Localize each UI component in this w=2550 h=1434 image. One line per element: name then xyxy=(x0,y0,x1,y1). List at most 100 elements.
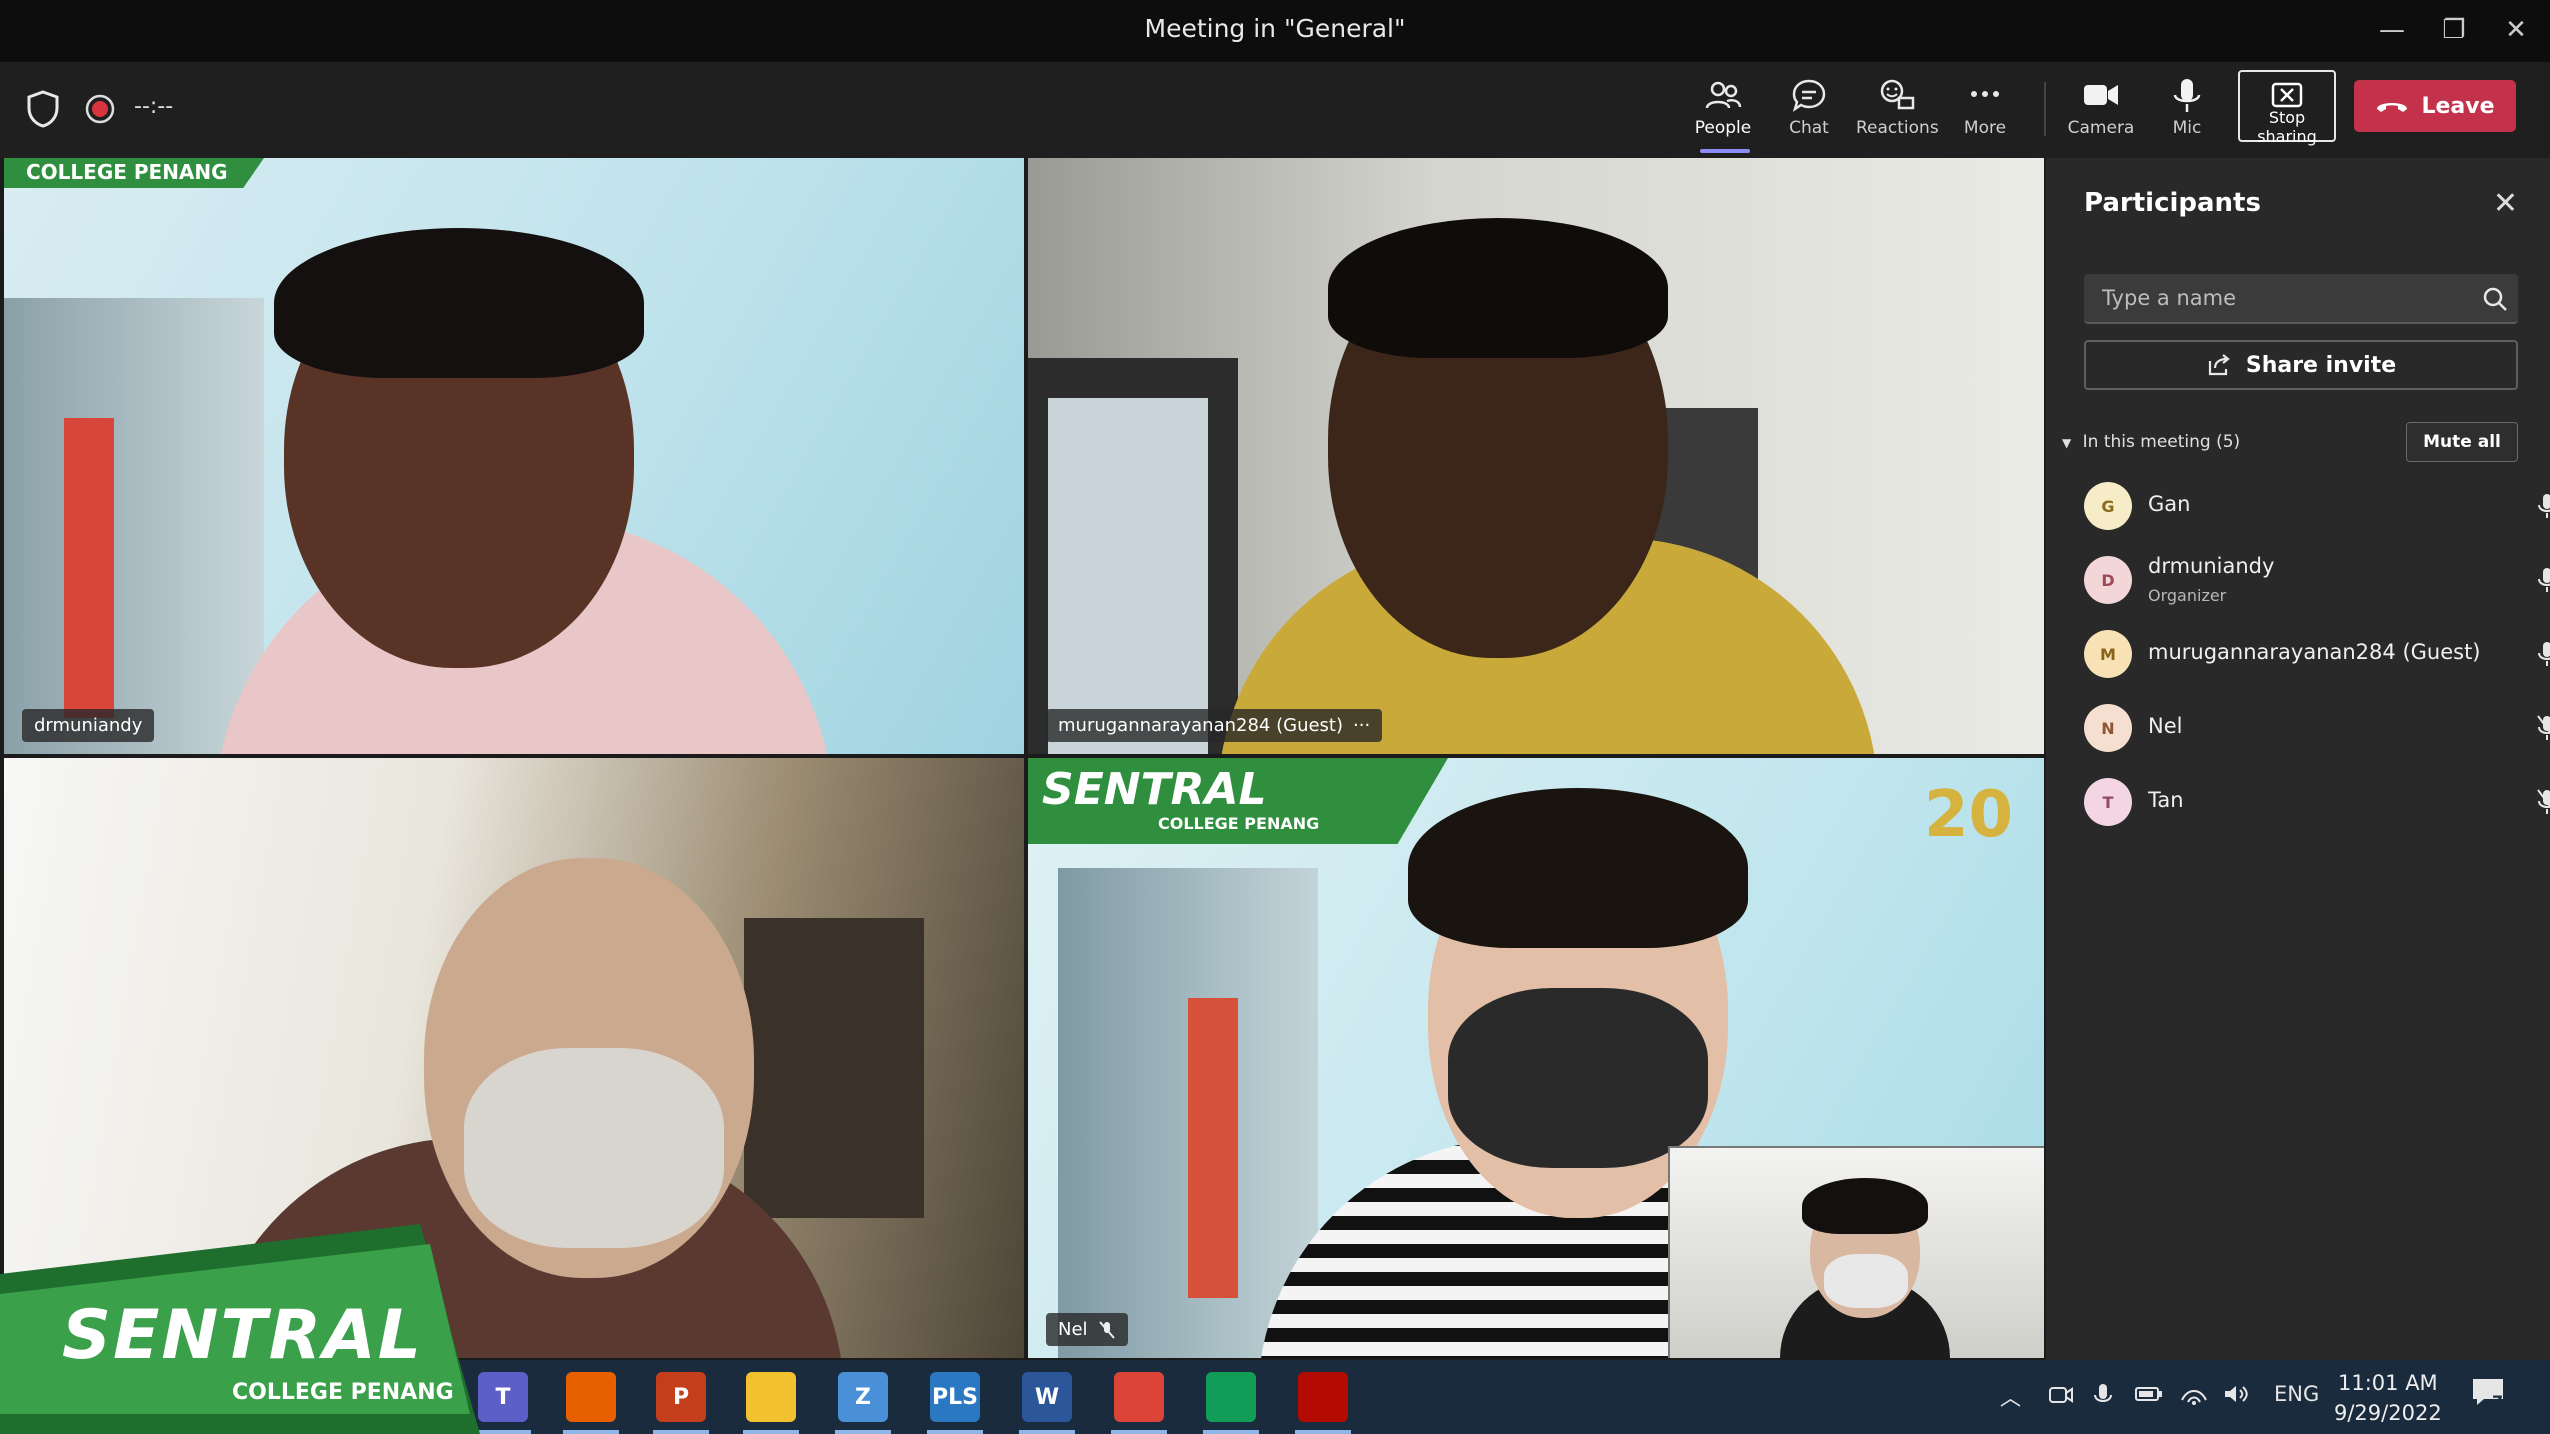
self-view-video[interactable] xyxy=(1668,1146,2044,1358)
college-banner: COLLEGE PENANG xyxy=(4,158,264,188)
camera-icon xyxy=(2084,85,2118,105)
battery-icon[interactable] xyxy=(2134,1382,2164,1406)
mic-tray-icon[interactable] xyxy=(2092,1382,2114,1410)
participant-name-tag: murugannarayanan284 (Guest) ··· xyxy=(1046,709,1383,742)
participant-row[interactable]: G Gan xyxy=(2084,470,2550,540)
participant-search-input[interactable] xyxy=(2084,274,2518,324)
participant-name-tag: Nel xyxy=(1046,1313,1128,1346)
participant-row[interactable]: T Tan xyxy=(2084,766,2550,836)
share-icon xyxy=(2208,354,2230,376)
sentral-banner-main: SENTRAL xyxy=(1042,764,1267,815)
chrome-taskbar-icon[interactable] xyxy=(1114,1372,1164,1422)
powerpoint-taskbar-icon[interactable]: P xyxy=(656,1372,706,1422)
leave-button[interactable]: Leave xyxy=(2354,80,2516,132)
search-icon[interactable] xyxy=(2482,286,2508,312)
chat-label: Chat xyxy=(1789,118,1829,138)
camera-label: Camera xyxy=(2067,118,2135,138)
sentral-banner: SENTRAL COLLEGE PENANG xyxy=(1028,758,1448,844)
wifi-icon[interactable] xyxy=(2180,1382,2208,1406)
more-label: More xyxy=(1963,118,2007,138)
zoom-taskbar-icon[interactable]: Z xyxy=(838,1372,888,1422)
participant-name: drmuniandy xyxy=(34,715,143,736)
participant-name: Nel xyxy=(1058,1319,1088,1340)
people-label: People xyxy=(1694,118,1752,138)
notification-center-button[interactable]: 7 xyxy=(2470,1376,2510,1416)
language-indicator[interactable]: ENG xyxy=(2274,1382,2319,1406)
chrome-2-taskbar-icon[interactable] xyxy=(1206,1372,1256,1422)
self-view-mask xyxy=(1824,1254,1908,1308)
mic-muted-icon[interactable] xyxy=(2536,714,2550,742)
volume-icon[interactable] xyxy=(2222,1382,2250,1406)
avatar: M xyxy=(2084,630,2132,678)
word-taskbar-icon[interactable]: W xyxy=(1022,1372,1072,1422)
title-bar: Meeting in "General" — ❐ ✕ xyxy=(0,0,2550,62)
taskbar-active-indicator xyxy=(835,1430,891,1434)
participant-row[interactable]: N Nel xyxy=(2084,692,2550,762)
stop-sharing-label: Stop sharing xyxy=(2257,108,2317,146)
avatar: G xyxy=(2084,482,2132,530)
microphone-icon[interactable] xyxy=(2536,492,2550,520)
close-panel-icon[interactable]: ✕ xyxy=(2493,186,2518,221)
hang-up-icon xyxy=(2377,103,2408,112)
avatar: T xyxy=(2084,778,2132,826)
taskbar-active-indicator xyxy=(563,1430,619,1434)
meeting-toolbar: --:-- People Chat Reactions More Camera … xyxy=(0,62,2550,158)
stop-sharing-button[interactable]: Stop sharing xyxy=(2238,70,2336,146)
chevron-down-icon: ▼ xyxy=(2062,436,2072,450)
in-meeting-label: In this meeting (5) xyxy=(2082,432,2241,452)
show-hidden-icons[interactable]: ︿ xyxy=(2000,1382,2021,1412)
logo-sub-text: COLLEGE PENANG xyxy=(232,1380,454,1405)
system-clock[interactable]: 11:01 AM 9/29/2022 xyxy=(2334,1368,2442,1428)
face-mask xyxy=(464,1048,724,1248)
teams-taskbar-icon[interactable]: T xyxy=(478,1372,528,1422)
microphone-icon[interactable] xyxy=(2536,640,2550,668)
notification-count: 7 xyxy=(2492,1392,2504,1411)
file-explorer-taskbar-icon[interactable] xyxy=(746,1372,796,1422)
meeting-timer: --:-- xyxy=(134,94,174,119)
avatar: N xyxy=(2084,704,2132,752)
person-hair xyxy=(274,228,644,378)
chat-button[interactable]: Chat xyxy=(1768,76,1850,138)
people-button[interactable]: People xyxy=(1682,76,1764,138)
in-meeting-section-toggle[interactable]: ▼ In this meeting (5) xyxy=(2062,432,2240,452)
mute-all-button[interactable]: Mute all xyxy=(2406,422,2518,462)
person-hair xyxy=(1328,218,1668,358)
building-banner xyxy=(64,418,114,718)
video-tile-murugannarayanan284[interactable]: murugannarayanan284 (Guest) ··· xyxy=(1028,158,2044,754)
clock-time: 11:01 AM xyxy=(2338,1371,2438,1395)
participant-role: Organizer xyxy=(2148,586,2227,605)
tile-more-options[interactable]: ··· xyxy=(1353,715,1370,736)
meet-now-icon[interactable] xyxy=(2048,1382,2074,1408)
close-window-button[interactable]: ✕ xyxy=(2496,12,2536,48)
acrobat-taskbar-icon[interactable] xyxy=(1298,1372,1348,1422)
window-title: Meeting in "General" xyxy=(1144,14,1406,43)
shield-icon[interactable] xyxy=(26,90,60,128)
participant-row[interactable]: Ddrmuniandy Organizer xyxy=(2084,544,2550,614)
share-invite-button[interactable]: Share invite xyxy=(2084,340,2518,390)
mic-muted-icon[interactable] xyxy=(2536,788,2550,816)
minimize-button[interactable]: — xyxy=(2372,12,2412,48)
video-tile-drmuniandy[interactable]: COLLEGE PENANG drmuniandy xyxy=(4,158,1024,754)
reactions-button[interactable]: Reactions xyxy=(1856,76,1939,138)
sentral-banner-sub: COLLEGE PENANG xyxy=(1158,814,1320,833)
reactions-icon xyxy=(1880,79,1915,110)
taskbar-active-indicator xyxy=(475,1430,531,1434)
participant-row[interactable]: Mmurugannarayanan284 (Guest) xyxy=(2084,618,2550,688)
camera-button[interactable]: Camera xyxy=(2060,76,2142,138)
mic-label: Mic xyxy=(2172,118,2202,138)
pls-taskbar-icon[interactable]: PLS xyxy=(930,1372,980,1422)
clock-date: 9/29/2022 xyxy=(2334,1401,2442,1425)
face-mask xyxy=(1448,988,1708,1168)
video-tile-nel[interactable]: SENTRAL COLLEGE PENANG 20 Nel xyxy=(1028,758,2044,1358)
toolbar-divider xyxy=(2044,82,2046,136)
taskbar-active-indicator xyxy=(1019,1430,1075,1434)
mic-button[interactable]: Mic xyxy=(2146,76,2228,138)
firefox-taskbar-icon[interactable] xyxy=(566,1372,616,1422)
restore-button[interactable]: ❐ xyxy=(2434,12,2474,48)
logo-main-text: SENTRAL xyxy=(62,1296,424,1375)
avatar: D xyxy=(2084,556,2132,604)
microphone-icon[interactable] xyxy=(2536,566,2550,594)
taskbar-active-indicator xyxy=(653,1430,709,1434)
more-button[interactable]: More xyxy=(1944,76,2026,138)
taskbar-active-indicator xyxy=(1203,1430,1259,1434)
